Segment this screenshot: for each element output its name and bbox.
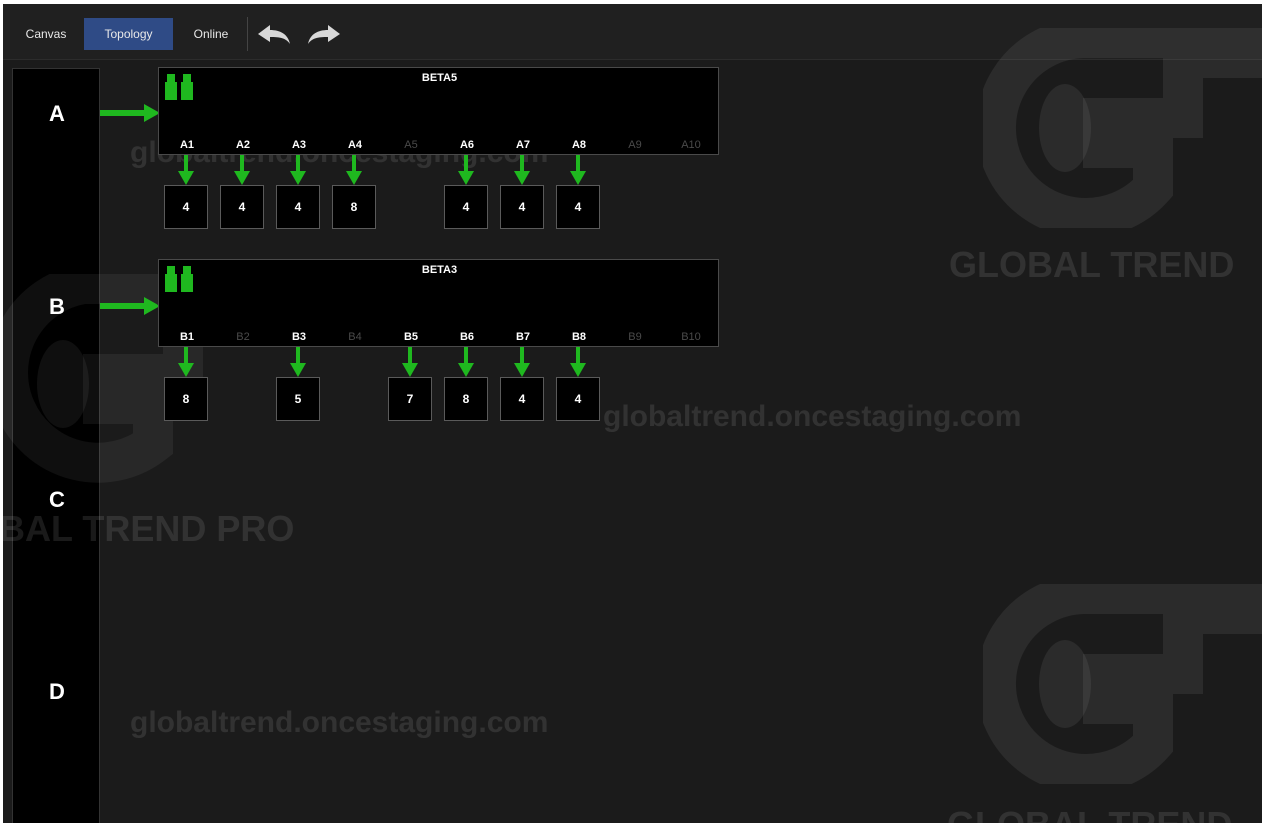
output-box-a1[interactable]: 4 [164, 185, 208, 229]
output-box-b5[interactable]: 7 [388, 377, 432, 421]
down-arrow-icon [178, 155, 194, 185]
port-b2[interactable]: B2 [223, 331, 263, 343]
port-a7[interactable]: A7 [503, 139, 543, 151]
down-arrow-icon [514, 155, 530, 185]
tab-online[interactable]: Online [183, 18, 239, 50]
output-box-a8[interactable]: 4 [556, 185, 600, 229]
watermark-brand-pro: BAL TREND PRO [0, 508, 295, 549]
port-b1[interactable]: B1 [167, 331, 207, 343]
watermark-brand: GLOBAL TREND [947, 804, 1232, 823]
output-box-b8[interactable]: 4 [556, 377, 600, 421]
output-box-b1[interactable]: 8 [164, 377, 208, 421]
down-arrow-icon [290, 347, 306, 377]
port-b8[interactable]: B8 [559, 331, 599, 343]
watermark-brand: GLOBAL TREND [949, 244, 1235, 285]
port-b10[interactable]: B10 [671, 331, 711, 343]
down-arrow-icon [234, 155, 250, 185]
port-a4[interactable]: A4 [335, 139, 375, 151]
watermark-url: globaltrend.oncestaging.com [130, 706, 549, 739]
input-a-arrow-icon [100, 104, 160, 122]
down-arrow-icon [570, 155, 586, 185]
device-name: BETA3 [421, 264, 458, 276]
toolbar-divider [247, 17, 248, 51]
device-beta3[interactable]: BETA3 B1 B2 B3 B4 B5 B6 B7 B8 B9 B10 [158, 259, 719, 347]
output-box-a7[interactable]: 4 [500, 185, 544, 229]
tab-topology[interactable]: Topology [84, 18, 173, 50]
undo-arrow-icon[interactable] [256, 22, 292, 46]
port-a2[interactable]: A2 [223, 139, 263, 151]
port-a6[interactable]: A6 [447, 139, 487, 151]
port-a3[interactable]: A3 [279, 139, 319, 151]
down-arrow-icon [570, 347, 586, 377]
rail-label-a[interactable]: A [13, 101, 101, 127]
down-arrow-icon [290, 155, 306, 185]
port-a10[interactable]: A10 [671, 139, 711, 151]
port-b9[interactable]: B9 [615, 331, 655, 343]
output-box-b7[interactable]: 4 [500, 377, 544, 421]
watermark-url: globaltrend.oncestaging.com [603, 400, 1022, 433]
rail-label-d[interactable]: D [13, 679, 101, 705]
port-a9[interactable]: A9 [615, 139, 655, 151]
output-box-b6[interactable]: 8 [444, 377, 488, 421]
port-b7[interactable]: B7 [503, 331, 543, 343]
port-a1[interactable]: A1 [167, 139, 207, 151]
port-a8[interactable]: A8 [559, 139, 599, 151]
port-b6[interactable]: B6 [447, 331, 487, 343]
down-arrow-icon [402, 347, 418, 377]
output-box-a2[interactable]: 4 [220, 185, 264, 229]
app-frame: Canvas Topology Online A B C D globaltre… [0, 0, 1262, 823]
port-a5[interactable]: A5 [391, 139, 431, 151]
output-box-a4[interactable]: 8 [332, 185, 376, 229]
device-beta5[interactable]: BETA5 A1 A2 A3 A4 A5 A6 A7 A8 A9 A10 [158, 67, 719, 155]
device-name: BETA5 [421, 72, 458, 84]
output-box-a6[interactable]: 4 [444, 185, 488, 229]
redo-arrow-icon[interactable] [306, 22, 342, 46]
down-arrow-icon [458, 155, 474, 185]
output-box-a3[interactable]: 4 [276, 185, 320, 229]
tab-canvas[interactable]: Canvas [17, 18, 75, 50]
globaltrend-logo-watermark [983, 584, 1262, 784]
down-arrow-icon [458, 347, 474, 377]
globaltrend-logo-watermark [983, 28, 1262, 228]
port-b4[interactable]: B4 [335, 331, 375, 343]
port-b5[interactable]: B5 [391, 331, 431, 343]
down-arrow-icon [514, 347, 530, 377]
input-b-arrow-icon [100, 297, 160, 315]
port-b3[interactable]: B3 [279, 331, 319, 343]
output-box-b3[interactable]: 5 [276, 377, 320, 421]
down-arrow-icon [178, 347, 194, 377]
down-arrow-icon [346, 155, 362, 185]
